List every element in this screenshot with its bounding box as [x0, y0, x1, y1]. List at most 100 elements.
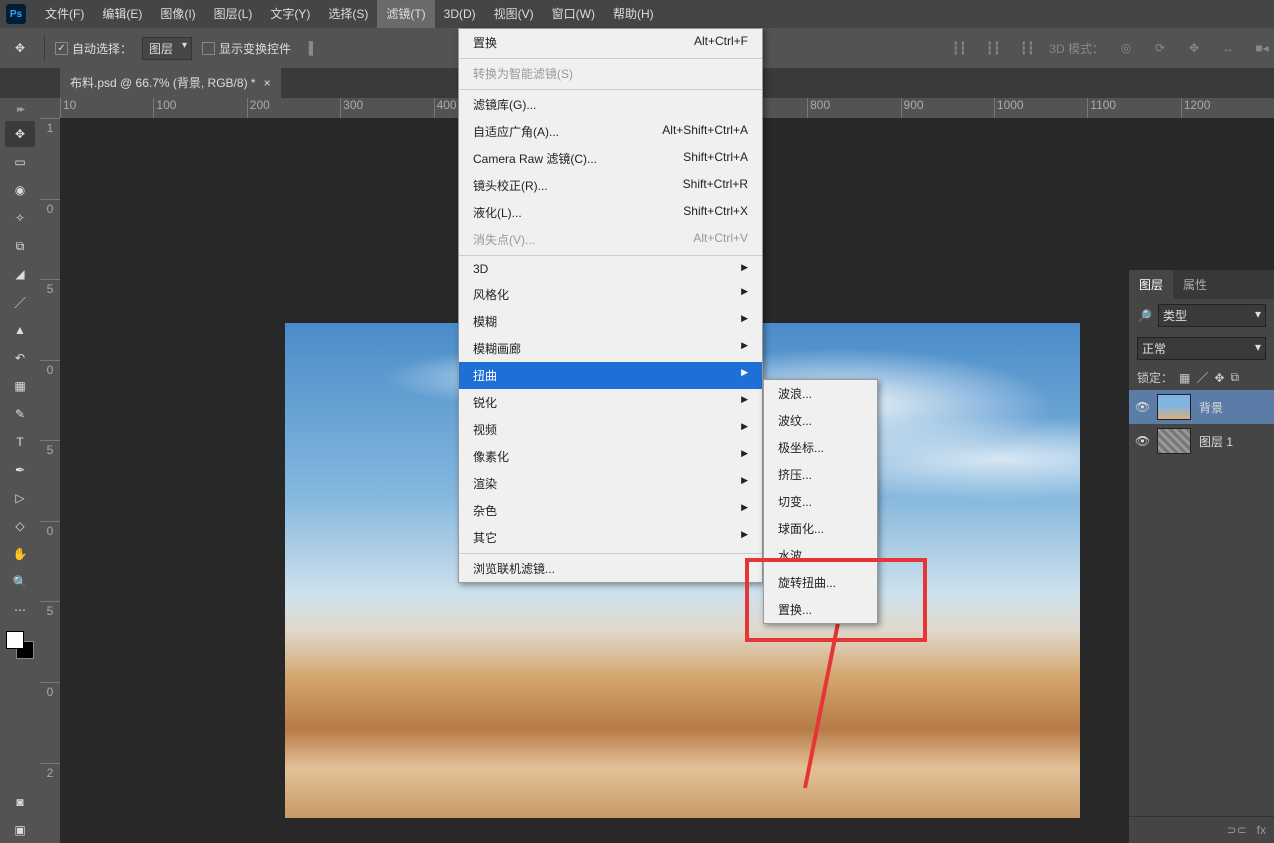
marquee-tool[interactable]: ▭ [5, 149, 35, 175]
distort-menu-item[interactable]: 球面化... [764, 515, 877, 542]
filter-menu-item[interactable]: 风格化 [459, 281, 762, 308]
tab-properties[interactable]: 属性 [1173, 270, 1217, 299]
menu-edit[interactable]: 编辑(E) [93, 0, 151, 28]
filter-menu-item[interactable]: 镜头校正(R)...Shift+Ctrl+R [459, 172, 762, 199]
distort-menu-item[interactable]: 水波... [764, 542, 877, 569]
menu-view[interactable]: 视图(V) [485, 0, 543, 28]
pencil-tool[interactable]: ✎ [5, 401, 35, 427]
layer-thumb[interactable] [1157, 428, 1191, 454]
filter-menu-item[interactable]: 模糊 [459, 308, 762, 335]
filter-menu-item[interactable]: 浏览联机滤镜... [459, 553, 762, 582]
menu-type[interactable]: 文字(Y) [261, 0, 319, 28]
fg-color-swatch[interactable] [6, 631, 24, 649]
zoom-tool[interactable]: 🔍 [5, 569, 35, 595]
lasso-tool[interactable]: ◉ [5, 177, 35, 203]
orbit-3d-icon[interactable]: ◎ [1114, 36, 1138, 60]
type-tool[interactable]: T [5, 429, 35, 455]
magic-wand-tool[interactable]: ✧ [5, 205, 35, 231]
collapse-toolbar-icon[interactable]: ▸▸ [5, 104, 35, 115]
filter-menu-item[interactable]: 置换Alt+Ctrl+F [459, 29, 762, 56]
menu-3d[interactable]: 3D(D) [435, 0, 485, 28]
tools-panel: ▸▸ ✥ ▭ ◉ ✧ ⧉ ◢ ／ ▲ ↶ ▦ ✎ T ✒ ▷ ◇ ✋ 🔍 ⋯ ◙… [0, 98, 40, 843]
menu-select[interactable]: 选择(S) [319, 0, 377, 28]
layer-name[interactable]: 背景 [1199, 399, 1223, 416]
crop-tool[interactable]: ⧉ [5, 233, 35, 259]
pan-3d-icon[interactable]: ✥ [1182, 36, 1206, 60]
lock-position-icon[interactable]: ✥ [1214, 371, 1224, 385]
document-tab[interactable]: 布料.psd @ 66.7% (背景, RGB/8) * × [60, 68, 281, 98]
close-tab-icon[interactable]: × [264, 68, 271, 98]
distort-menu-item[interactable]: 置换... [764, 596, 877, 623]
distribute-icon[interactable]: ┇┇ [947, 36, 971, 60]
checkbox-off-icon [202, 42, 215, 55]
lock-artboard-icon[interactable]: ⧉ [1230, 370, 1239, 385]
eyedropper-tool[interactable]: ◢ [5, 261, 35, 287]
ruler-origin[interactable] [40, 98, 60, 118]
pen-tool[interactable]: ✒ [5, 457, 35, 483]
tab-layers[interactable]: 图层 [1129, 270, 1173, 299]
layer-row[interactable]: 👁 图层 1 [1129, 424, 1274, 458]
layer-name[interactable]: 图层 1 [1199, 433, 1233, 450]
menu-file[interactable]: 文件(F) [36, 0, 93, 28]
filter-menu-item[interactable]: 渲染 [459, 470, 762, 497]
history-brush-tool[interactable]: ↶ [5, 345, 35, 371]
distribute-icon[interactable]: ┇┇ [981, 36, 1005, 60]
ruler-vertical[interactable]: 105050502 [40, 118, 60, 843]
distort-menu-item[interactable]: 切变... [764, 488, 877, 515]
auto-select-checkbox[interactable]: 自动选择： [55, 40, 132, 57]
visibility-icon[interactable]: 👁 [1135, 434, 1149, 448]
distort-menu-item[interactable]: 挤压... [764, 461, 877, 488]
layer-row[interactable]: 👁 背景 [1129, 390, 1274, 424]
slide-3d-icon[interactable]: ↔ [1216, 36, 1240, 60]
filter-menu-item[interactable]: Camera Raw 滤镜(C)...Shift+Ctrl+A [459, 145, 762, 172]
menu-window[interactable]: 窗口(W) [543, 0, 604, 28]
layer-fx-icon[interactable]: fx [1257, 823, 1266, 837]
filter-menu-item[interactable]: 扭曲 [459, 362, 762, 389]
filter-menu-item[interactable]: 其它 [459, 524, 762, 551]
link-layers-icon[interactable]: ⊃⊂ [1227, 823, 1247, 837]
path-select-tool[interactable]: ▷ [5, 485, 35, 511]
show-transform-checkbox[interactable]: 显示变换控件 [202, 40, 291, 57]
filter-menu-item[interactable]: 锐化 [459, 389, 762, 416]
filter-menu-item[interactable]: 杂色 [459, 497, 762, 524]
filter-menu-item[interactable]: 像素化 [459, 443, 762, 470]
roll-3d-icon[interactable]: ⟳ [1148, 36, 1172, 60]
align-left-icon[interactable]: ▌ [301, 36, 325, 60]
screen-mode-icon[interactable]: ▣ [5, 817, 35, 843]
filter-menu-item[interactable]: 滤镜库(G)... [459, 89, 762, 118]
layer-filter-select[interactable]: 类型▾ [1158, 304, 1266, 327]
quick-mask-icon[interactable]: ◙ [5, 789, 35, 815]
lock-pixels-icon[interactable]: ▦ [1179, 371, 1190, 385]
lock-brush-icon[interactable]: ／ [1196, 369, 1208, 386]
camera-3d-icon[interactable]: ■◂ [1250, 36, 1274, 60]
filter-menu-item[interactable]: 3D [459, 255, 762, 281]
menu-bar: Ps 文件(F) 编辑(E) 图像(I) 图层(L) 文字(Y) 选择(S) 滤… [0, 0, 1274, 28]
gradient-tool[interactable]: ▦ [5, 373, 35, 399]
layer-thumb[interactable] [1157, 394, 1191, 420]
brush-tool[interactable]: ／ [5, 289, 35, 315]
filter-menu-dropdown: 置换Alt+Ctrl+F转换为智能滤镜(S)滤镜库(G)...自适应广角(A).… [458, 28, 763, 583]
filter-menu-item[interactable]: 液化(L)...Shift+Ctrl+X [459, 199, 762, 226]
blend-mode-select[interactable]: 正常▾ [1137, 337, 1266, 360]
color-swatches[interactable] [6, 631, 34, 659]
distort-menu-item[interactable]: 波浪... [764, 380, 877, 407]
filter-menu-item[interactable]: 模糊画廊 [459, 335, 762, 362]
distort-menu-item[interactable]: 旋转扭曲... [764, 569, 877, 596]
shape-tool[interactable]: ◇ [5, 513, 35, 539]
visibility-icon[interactable]: 👁 [1135, 400, 1149, 414]
auto-select-target[interactable]: 图层 [142, 37, 192, 60]
mode3d-label: 3D 模式： [1049, 40, 1104, 57]
filter-menu-item[interactable]: 自适应广角(A)...Alt+Shift+Ctrl+A [459, 118, 762, 145]
move-tool[interactable]: ✥ [5, 121, 35, 147]
menu-help[interactable]: 帮助(H) [604, 0, 663, 28]
hand-tool[interactable]: ✋ [5, 541, 35, 567]
distort-menu-item[interactable]: 极坐标... [764, 434, 877, 461]
edit-toolbar[interactable]: ⋯ [5, 597, 35, 623]
menu-layer[interactable]: 图层(L) [205, 0, 262, 28]
filter-menu-item[interactable]: 视频 [459, 416, 762, 443]
menu-image[interactable]: 图像(I) [151, 0, 204, 28]
distort-menu-item[interactable]: 波纹... [764, 407, 877, 434]
menu-filter[interactable]: 滤镜(T) [377, 0, 434, 28]
distribute-icon[interactable]: ┇┇ [1015, 36, 1039, 60]
stamp-tool[interactable]: ▲ [5, 317, 35, 343]
